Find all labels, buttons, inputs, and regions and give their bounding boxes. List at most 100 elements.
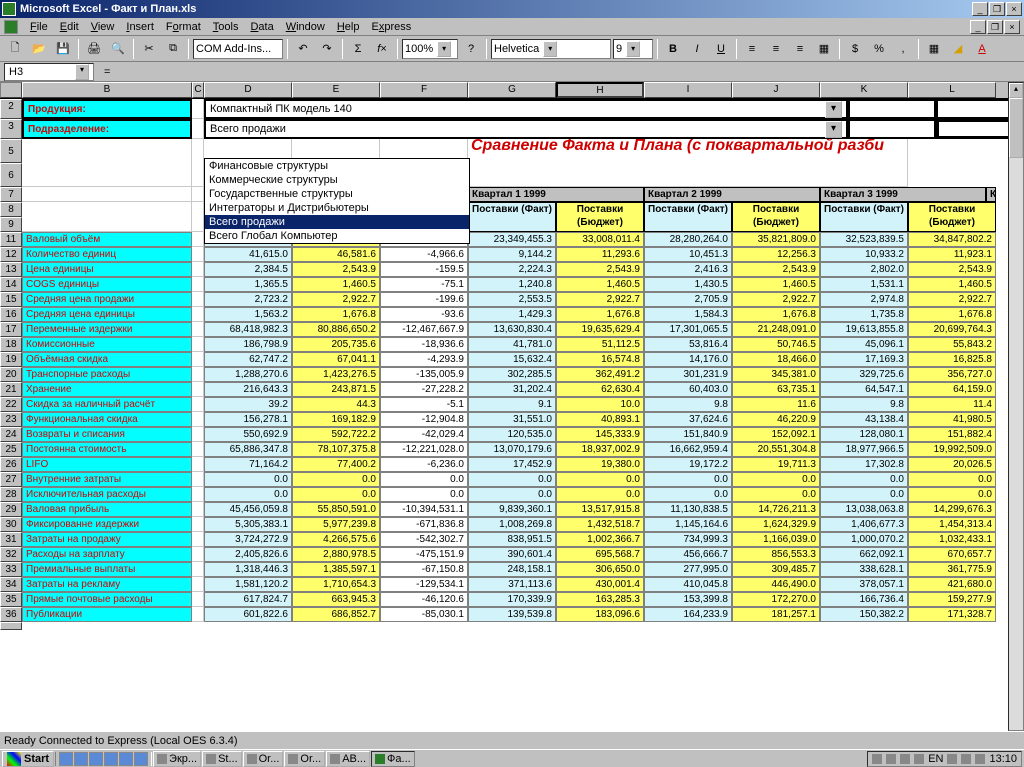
cell[interactable]: 5,305,383.1 [204, 517, 292, 532]
cell[interactable]: 153,399.8 [644, 592, 732, 607]
cell[interactable]: -475,151.9 [380, 547, 468, 562]
col-header[interactable]: E [292, 82, 380, 98]
cell[interactable]: 0.0 [908, 487, 996, 502]
row-label[interactable]: Затраты на рекламу [22, 577, 192, 592]
row-header[interactable]: 13 [0, 262, 22, 277]
cell[interactable]: 410,045.8 [644, 577, 732, 592]
new-icon[interactable]: 🗋 [4, 38, 26, 60]
italic-icon[interactable]: I [686, 38, 708, 60]
cell[interactable]: 171,328.7 [908, 607, 996, 622]
cell[interactable]: 1,581,120.2 [204, 577, 292, 592]
cell[interactable]: 0.0 [732, 487, 820, 502]
row-label[interactable]: Функциональная скидка [22, 412, 192, 427]
row-header[interactable]: 2 [0, 99, 22, 119]
cell[interactable]: 1,240.8 [468, 277, 556, 292]
cell[interactable]: 2,974.8 [820, 292, 908, 307]
row-label[interactable]: Хранение [22, 382, 192, 397]
cell[interactable]: 2,224.3 [468, 262, 556, 277]
col-header[interactable]: I [644, 82, 732, 98]
cell[interactable]: 53,816.4 [644, 337, 732, 352]
row-header[interactable]: 21 [0, 382, 22, 397]
cell[interactable]: 0.0 [820, 472, 908, 487]
row-label[interactable]: Комиссионные [22, 337, 192, 352]
dropdown-item[interactable]: Интеграторы и Дистрибьютеры [205, 201, 469, 215]
save-icon[interactable]: 💾 [52, 38, 74, 60]
row-header[interactable]: 31 [0, 532, 22, 547]
cell[interactable]: 19,635,629.4 [556, 322, 644, 337]
row-header[interactable]: 17 [0, 322, 22, 337]
start-button[interactable]: Start [2, 751, 54, 767]
row-label[interactable]: Количество единиц [22, 247, 192, 262]
cell[interactable]: 11,923.1 [908, 247, 996, 262]
cell[interactable]: 19,613,855.8 [820, 322, 908, 337]
quick-launch-icon[interactable] [119, 752, 133, 766]
cell[interactable]: 1,531.1 [820, 277, 908, 292]
borders-icon[interactable]: ▦ [923, 38, 945, 60]
cell[interactable]: 2,553.5 [468, 292, 556, 307]
cell[interactable]: 17,452.9 [468, 457, 556, 472]
vertical-scrollbar[interactable]: ▴ [1008, 82, 1024, 731]
menu-tools[interactable]: Tools [213, 21, 239, 33]
cell[interactable]: 670,657.7 [908, 547, 996, 562]
cell[interactable]: 139,539.8 [468, 607, 556, 622]
menu-file[interactable]: File [30, 21, 48, 33]
chevron-down-icon[interactable]: ▾ [825, 101, 842, 118]
cell[interactable]: 2,922.7 [556, 292, 644, 307]
cell[interactable]: 1,676.8 [556, 307, 644, 322]
cell[interactable]: 16,574.8 [556, 352, 644, 367]
cell[interactable]: -12,467,667.9 [380, 322, 468, 337]
cell[interactable]: 11,293.6 [556, 247, 644, 262]
cell[interactable]: 2,416.3 [644, 262, 732, 277]
cell[interactable]: 19,992,509.0 [908, 442, 996, 457]
cell[interactable]: 145,333.9 [556, 427, 644, 442]
cell[interactable]: 356,727.0 [908, 367, 996, 382]
cell[interactable]: 9,839,360.1 [468, 502, 556, 517]
row-header[interactable]: 30 [0, 517, 22, 532]
cell[interactable]: 0.0 [292, 487, 380, 502]
cell[interactable]: 1,676.8 [292, 307, 380, 322]
taskbar-button[interactable]: АВ... [326, 751, 370, 767]
cell[interactable]: 5,977,239.8 [292, 517, 380, 532]
cell[interactable]: 1,288,270.6 [204, 367, 292, 382]
undo-icon[interactable]: ↶ [292, 38, 314, 60]
col-header[interactable]: K [820, 82, 908, 98]
cell[interactable]: 205,735.6 [292, 337, 380, 352]
cell[interactable]: 152,092.1 [732, 427, 820, 442]
product-selector[interactable]: Компактный ПК модель 140 ▾ [204, 99, 848, 119]
cell[interactable]: 39.2 [204, 397, 292, 412]
cell[interactable]: 0.0 [468, 472, 556, 487]
row-header[interactable]: 12 [0, 247, 22, 262]
dropdown-item[interactable]: Всего Глобал Компьютер [205, 229, 469, 243]
cell[interactable]: 172,270.0 [732, 592, 820, 607]
cell[interactable]: 51,112.5 [556, 337, 644, 352]
row-label[interactable]: Прямые почтовые расходы [22, 592, 192, 607]
menu-view[interactable]: View [91, 21, 115, 33]
col-header[interactable]: B [22, 82, 192, 98]
row-header[interactable]: 29 [0, 502, 22, 517]
col-header[interactable]: J [732, 82, 820, 98]
mdi-close-button[interactable]: × [1004, 20, 1020, 34]
cell[interactable]: 10.0 [556, 397, 644, 412]
cell[interactable]: -85,030.1 [380, 607, 468, 622]
percent-icon[interactable]: % [868, 38, 890, 60]
cell[interactable]: 151,840.9 [644, 427, 732, 442]
cell[interactable]: 33,008,011.4 [556, 232, 644, 247]
fill-color-icon[interactable]: ◢ [947, 38, 969, 60]
row-header[interactable]: 27 [0, 472, 22, 487]
dropdown-item[interactable]: Государственные структуры [205, 187, 469, 201]
row-label[interactable]: Средняя цена единицы [22, 307, 192, 322]
cell[interactable]: 362,491.2 [556, 367, 644, 382]
row-header[interactable]: 20 [0, 367, 22, 382]
cell[interactable]: 40,893.1 [556, 412, 644, 427]
cell[interactable]: 1,385,597.1 [292, 562, 380, 577]
row-header[interactable]: 26 [0, 457, 22, 472]
cell[interactable]: 695,568.7 [556, 547, 644, 562]
cell[interactable]: 601,822.6 [204, 607, 292, 622]
cell[interactable]: 306,650.0 [556, 562, 644, 577]
cell[interactable]: 2,880,978.5 [292, 547, 380, 562]
cell[interactable]: 78,107,375.8 [292, 442, 380, 457]
cell[interactable]: -75.1 [380, 277, 468, 292]
cell[interactable]: 0.0 [644, 487, 732, 502]
division-dropdown[interactable]: Финансовые структуры Коммерческие структ… [204, 158, 470, 244]
row-header[interactable]: 24 [0, 427, 22, 442]
